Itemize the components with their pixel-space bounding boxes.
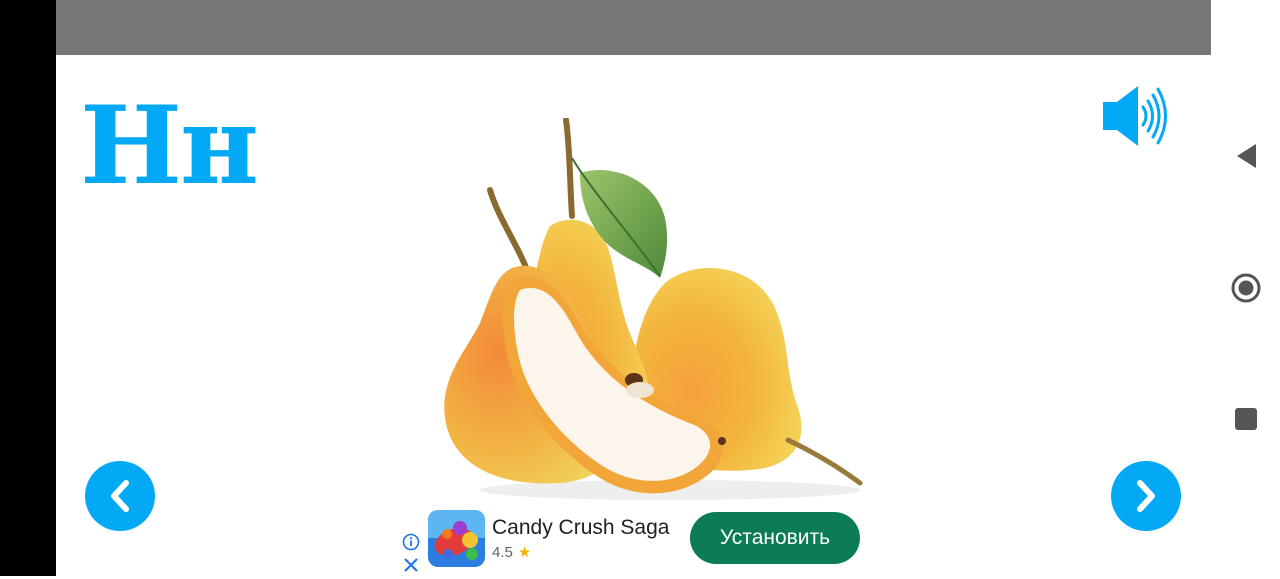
recents-icon: [1234, 408, 1257, 430]
back-icon: [1236, 144, 1256, 168]
home-icon: [1231, 273, 1260, 303]
pears-image: [420, 117, 895, 503]
next-button[interactable]: [1111, 461, 1181, 531]
previous-button[interactable]: [85, 461, 155, 531]
recents-button[interactable]: [1211, 399, 1280, 439]
system-navigation-bar: [1211, 0, 1280, 576]
ad-rating: 4.5 ★: [492, 543, 532, 562]
star-icon: ★: [517, 544, 532, 561]
back-button[interactable]: [1211, 136, 1280, 176]
home-button[interactable]: [1211, 268, 1280, 308]
chevron-left-icon: [111, 480, 129, 512]
letter-title: Нн: [80, 83, 259, 209]
install-button[interactable]: Установить: [690, 512, 860, 564]
speaker-icon: [1103, 86, 1167, 146]
left-black-strip: [0, 0, 56, 576]
ad-close-icon[interactable]: [402, 556, 420, 574]
status-bar: [56, 0, 1211, 55]
ad-rating-value: 4.5: [492, 543, 513, 561]
app-logo-icon[interactable]: [428, 510, 485, 567]
ad-app-name[interactable]: Candy Crush Saga: [492, 516, 669, 540]
sound-button[interactable]: [1100, 84, 1182, 148]
ad-info-icon[interactable]: [402, 533, 420, 551]
chevron-right-icon: [1137, 480, 1155, 512]
ad-banner[interactable]: Candy Crush Saga 4.5 ★ Установить: [398, 503, 868, 576]
